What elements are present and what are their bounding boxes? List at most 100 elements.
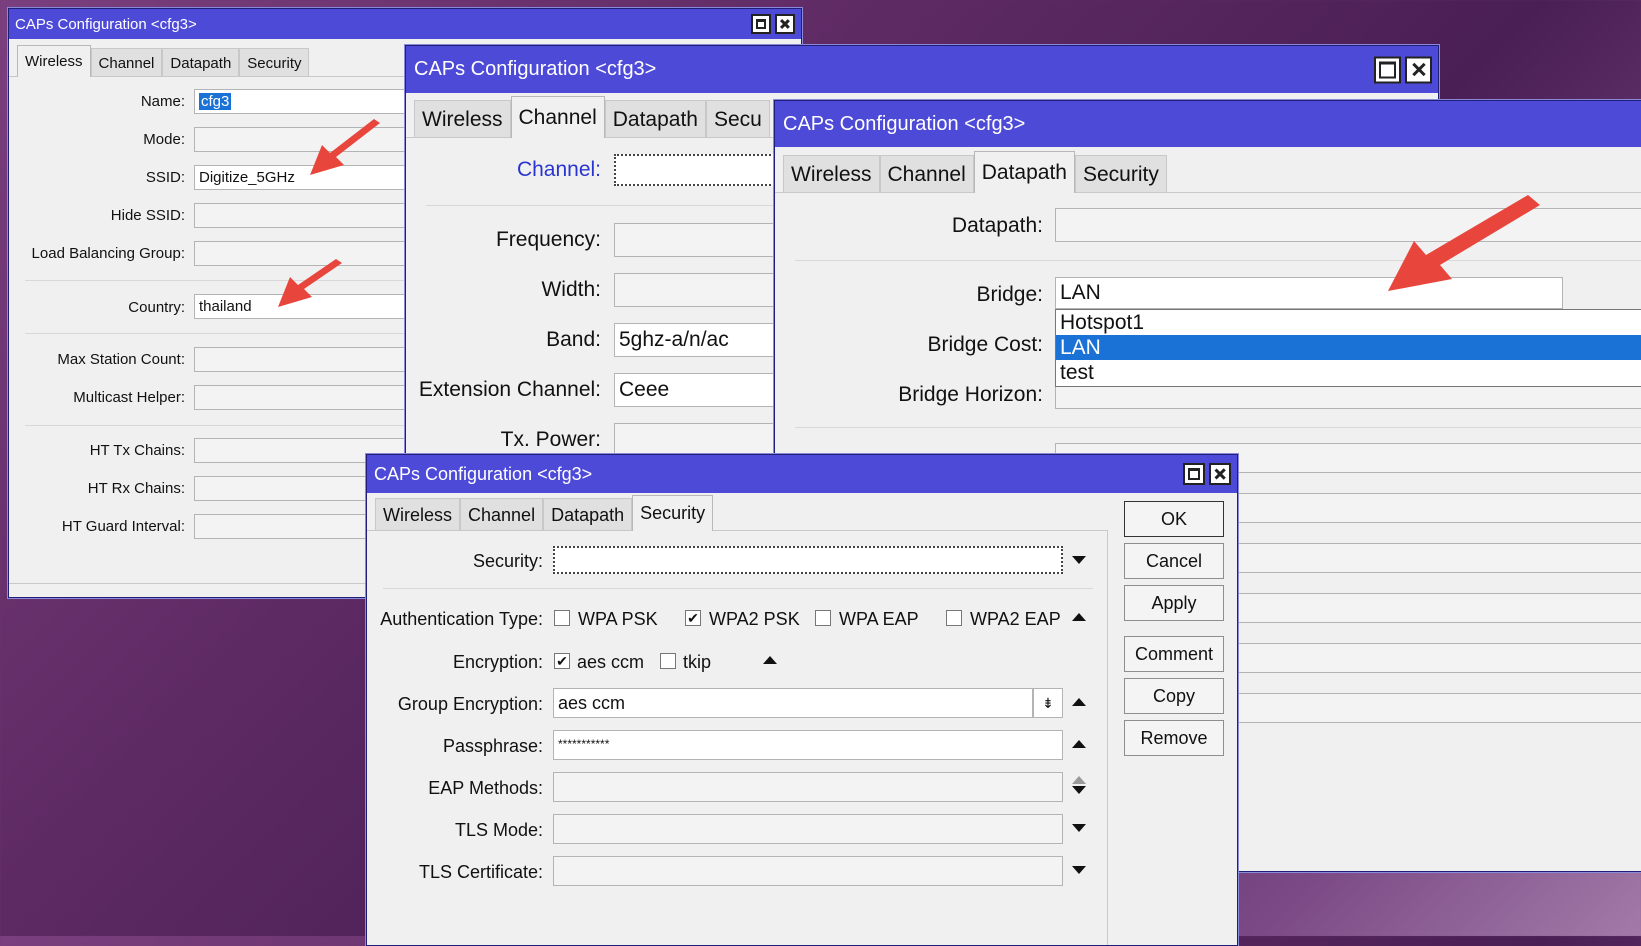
aes-ccm-checkbox[interactable]: ✔ [554, 653, 570, 669]
group-encryption-label: Group Encryption: [397, 694, 543, 714]
title-bar[interactable]: CAPs Configuration <cfg3> [406, 46, 1438, 93]
passphrase-label: Passphrase: [442, 736, 543, 756]
hide-ssid-field[interactable] [194, 203, 424, 228]
tab-channel[interactable]: Channel [90, 48, 163, 77]
tab-security[interactable]: Security [1074, 155, 1167, 193]
encryption-label: Encryption: [452, 652, 543, 672]
country-label: Country: [128, 299, 185, 316]
tab-channel[interactable]: Channel [460, 498, 544, 531]
annotation-arrow-bridge [1388, 195, 1540, 291]
bridge-horizon-label: Bridge Horizon: [898, 383, 1043, 406]
multicast-helper-label: Multicast Helper: [73, 389, 185, 406]
tab-datapath[interactable]: Datapath [162, 48, 240, 77]
eap-methods-field[interactable] [553, 772, 1063, 802]
auth-type-label: Authentication Type: [380, 609, 543, 629]
extension-channel-label: Extension Channel: [418, 378, 601, 401]
window-title: CAPs Configuration <cfg3> [15, 15, 197, 33]
ht-guard-label: HT Guard Interval: [61, 518, 185, 535]
wpa2-psk-label: WPA2 PSK [709, 609, 800, 629]
tab-wireless[interactable]: Wireless [375, 498, 461, 531]
wpa-psk-checkbox[interactable] [554, 610, 570, 626]
dropdown-item-hotspot1[interactable]: Hotspot1 [1056, 310, 1641, 335]
annotation-arrow-ssid [310, 119, 380, 175]
copy-button[interactable]: Copy [1124, 678, 1224, 714]
passphrase-field[interactable]: *********** [553, 730, 1063, 760]
auth-collapse-icon[interactable] [1072, 613, 1086, 621]
name-label: Name: [140, 93, 185, 110]
group-encryption-collapse-icon[interactable] [1072, 698, 1086, 706]
wpa2-psk-checkbox[interactable]: ✔ [685, 610, 701, 626]
maximize-icon[interactable] [1183, 463, 1205, 485]
dropdown-item-test[interactable]: test [1056, 360, 1641, 385]
remove-button[interactable]: Remove [1124, 720, 1224, 756]
passphrase-collapse-icon[interactable] [1072, 740, 1086, 748]
mode-label: Mode: [143, 131, 185, 148]
tab-datapath[interactable]: Datapath [543, 498, 633, 531]
multicast-helper-field[interactable] [194, 385, 424, 410]
apply-button[interactable]: Apply [1124, 585, 1224, 621]
bridge-dropdown[interactable]: Hotspot1 LAN test [1055, 309, 1641, 387]
security-field[interactable] [553, 546, 1063, 574]
group-encryption-field[interactable]: aes ccm [553, 688, 1033, 718]
max-station-field[interactable] [194, 347, 424, 372]
name-field[interactable]: cfg3 [194, 89, 424, 114]
tab-wireless[interactable]: Wireless [414, 100, 511, 138]
tls-certificate-label: TLS Certificate: [418, 862, 543, 882]
datapath-label: Datapath: [951, 214, 1043, 237]
dropdown-item-lan[interactable]: LAN [1056, 335, 1641, 360]
title-bar[interactable]: CAPs Configuration <cfg3> [9, 9, 801, 39]
encryption-collapse-icon[interactable] [763, 656, 777, 664]
tab-datapath[interactable]: Datapath [973, 151, 1075, 193]
wpa-psk-label: WPA PSK [578, 609, 658, 629]
tab-wireless[interactable]: Wireless [783, 155, 880, 193]
title-bar[interactable]: CAPs Configuration <cfg3> [367, 455, 1237, 493]
tls-certificate-field[interactable] [553, 856, 1063, 886]
datapath-field[interactable] [1055, 208, 1641, 242]
max-station-label: Max Station Count: [57, 351, 185, 368]
close-icon[interactable] [1209, 463, 1231, 485]
wpa2-eap-label: WPA2 EAP [970, 609, 1061, 629]
window-title: CAPs Configuration <cfg3> [374, 463, 593, 484]
frequency-label: Frequency: [495, 228, 601, 251]
maximize-icon[interactable] [751, 14, 771, 34]
tab-channel[interactable]: Channel [879, 155, 974, 193]
ht-rx-label: HT Rx Chains: [87, 480, 185, 497]
tkip-label: tkip [683, 652, 712, 672]
tab-security[interactable]: Security [239, 48, 310, 77]
load-balancing-label: Load Balancing Group: [31, 245, 185, 262]
eap-down-icon[interactable] [1072, 786, 1086, 794]
tls-certificate-dropdown-icon[interactable] [1072, 866, 1086, 874]
wpa2-eap-checkbox[interactable] [946, 610, 962, 626]
ok-button[interactable]: OK [1124, 501, 1224, 537]
tx-power-label: Tx. Power: [500, 428, 601, 451]
tab-security[interactable]: Secu [705, 100, 770, 138]
cancel-button[interactable]: Cancel [1124, 543, 1224, 579]
ssid-label: SSID: [145, 169, 185, 186]
tab-datapath[interactable]: Datapath [604, 100, 706, 138]
security-dropdown-icon[interactable] [1072, 556, 1086, 564]
tab-wireless[interactable]: Wireless [17, 45, 91, 77]
tls-mode-field[interactable] [553, 814, 1063, 844]
tls-mode-dropdown-icon[interactable] [1072, 824, 1086, 832]
close-icon[interactable] [1405, 56, 1432, 83]
band-label: Band: [546, 328, 601, 351]
window-security: CAPs Configuration <cfg3> Wireless Chann… [366, 454, 1238, 946]
channel-label: Channel: [516, 158, 601, 181]
title-bar[interactable]: CAPs Configuration <cfg3> [775, 101, 1641, 147]
maximize-icon[interactable] [1374, 56, 1401, 83]
tab-channel[interactable]: Channel [510, 96, 605, 138]
wpa-eap-checkbox[interactable] [815, 610, 831, 626]
hide-ssid-label: Hide SSID: [110, 207, 185, 224]
group-encryption-dropdown-icon[interactable]: ⇟ [1033, 688, 1063, 718]
tab-security[interactable]: Security [632, 495, 714, 531]
name-value: cfg3 [199, 93, 232, 110]
comment-button[interactable]: Comment [1124, 636, 1224, 672]
ht-tx-label: HT Tx Chains: [89, 442, 185, 459]
aes-ccm-label: aes ccm [577, 652, 645, 672]
width-label: Width: [541, 278, 601, 301]
wpa-eap-label: WPA EAP [839, 609, 919, 629]
eap-up-icon[interactable] [1072, 776, 1086, 784]
close-icon[interactable] [775, 14, 795, 34]
tkip-checkbox[interactable] [660, 653, 676, 669]
bridge-cost-label: Bridge Cost: [927, 333, 1043, 356]
